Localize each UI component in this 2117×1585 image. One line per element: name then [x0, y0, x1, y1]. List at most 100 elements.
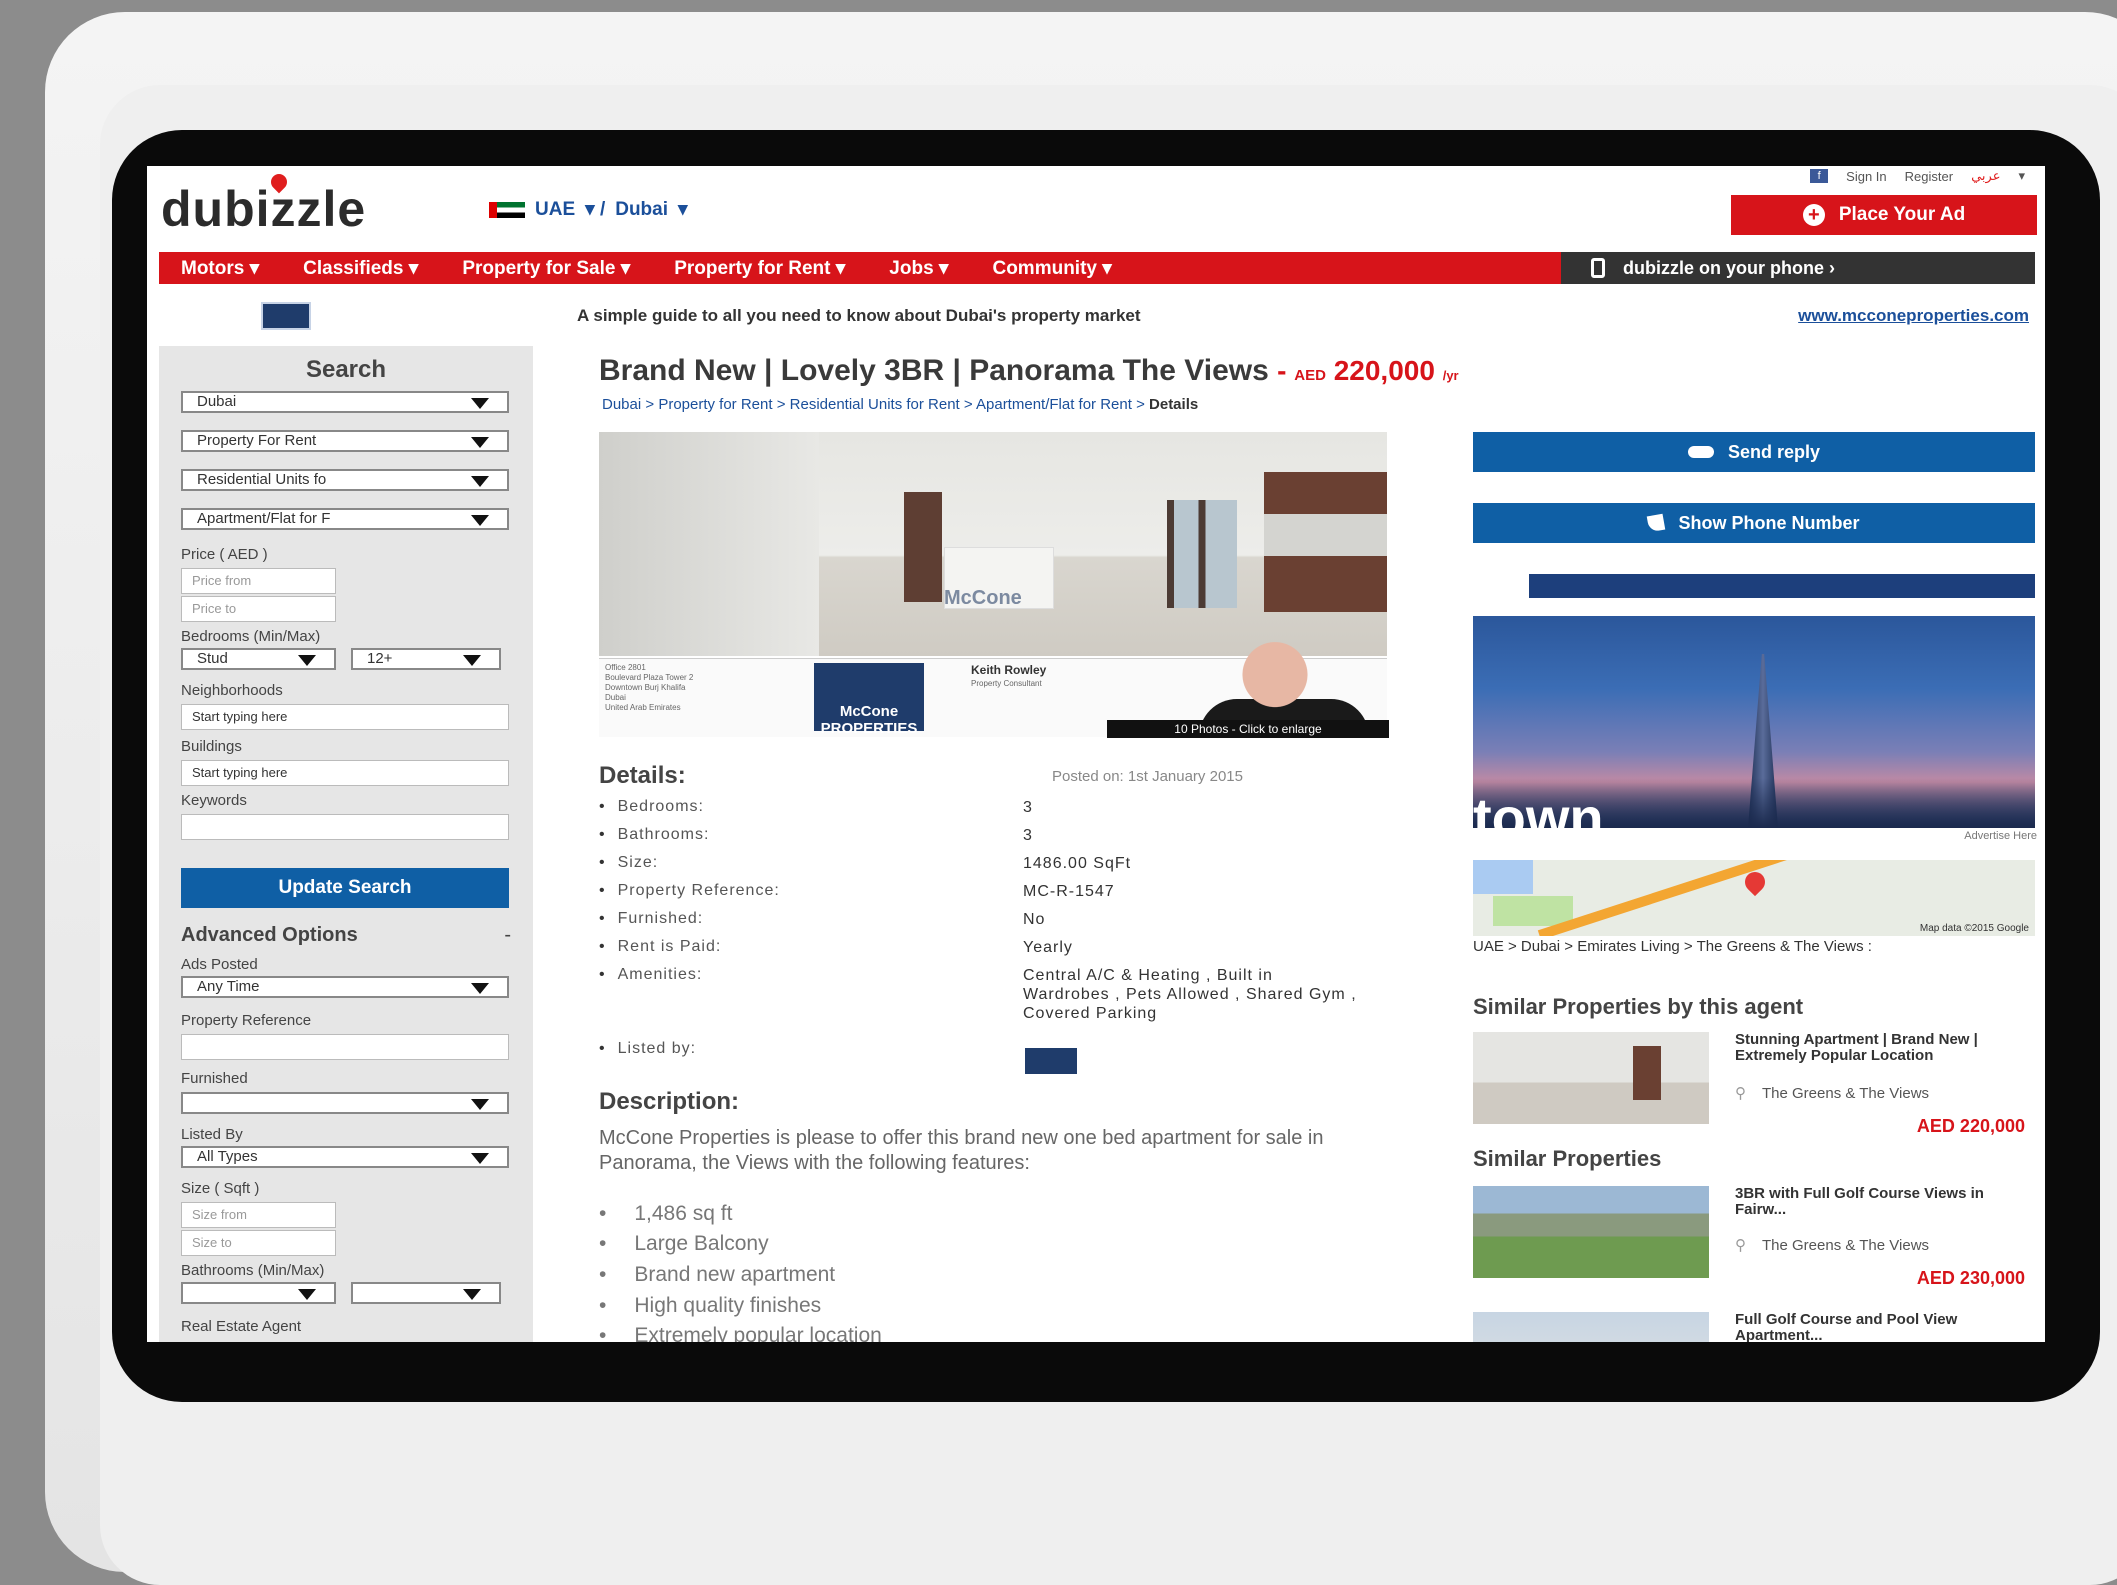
subcategory-select[interactable]: Residential Units fo	[181, 469, 509, 491]
city-selector[interactable]: Dubai	[615, 199, 668, 221]
nav-motors[interactable]: Motors ▾	[159, 257, 281, 280]
size-from-input[interactable]: Size from	[181, 1202, 336, 1228]
update-search-button[interactable]: Update Search	[181, 868, 509, 908]
banner-text: town	[1473, 786, 1604, 828]
agent-face	[1239, 641, 1311, 725]
listed-by-logo[interactable]	[1025, 1048, 1077, 1074]
advanced-options-title[interactable]: Advanced Options	[181, 924, 358, 947]
map-attribution: Map data ©2015 Google	[1919, 923, 2029, 934]
similar-agent-price: AED 220,000	[1916, 1116, 2025, 1136]
detail-value: 3	[1023, 827, 1033, 844]
description-heading: Description:	[599, 1088, 740, 1115]
bedrooms-min-select[interactable]: Stud	[181, 648, 336, 670]
nav-property-for-rent[interactable]: Property for Rent ▾	[652, 257, 867, 280]
dubizzle-logo[interactable]: dubizzle	[161, 170, 366, 238]
place-ad-label: Place Your Ad	[1838, 204, 1966, 225]
dropdown-arrow-icon	[471, 1153, 489, 1164]
similar-agent-heading: Similar Properties by this agent	[1473, 994, 1804, 1019]
similar-title[interactable]: Full Golf Course and Pool View Apartment…	[1735, 1312, 2025, 1343]
category-select[interactable]: Property For Rent	[181, 430, 509, 452]
dropdown-arrow-icon	[298, 655, 316, 666]
buildings-input[interactable]: Start typing here	[181, 760, 509, 786]
breadcrumb-item[interactable]: Property for Rent	[658, 396, 772, 413]
detail-row: Furnished:	[599, 910, 703, 928]
chat-icon	[1687, 446, 1714, 458]
promo-text[interactable]: A simple guide to all you need to know a…	[577, 306, 1141, 326]
price-to-input[interactable]: Price to	[181, 596, 336, 622]
dropdown-arrow-icon	[471, 476, 489, 487]
listing-main-photo[interactable]: McCone	[599, 432, 1387, 656]
furnished-label: Furnished	[181, 1070, 248, 1087]
detail-row: Size:	[599, 854, 658, 872]
send-reply-button[interactable]: Send reply	[1473, 432, 2035, 472]
dropdown-arrow-icon	[471, 515, 489, 526]
property-type-select[interactable]: Apartment/Flat for F	[181, 508, 509, 530]
similar-location: The Greens & The Views	[1735, 1238, 2025, 1254]
bathrooms-min-select[interactable]	[181, 1282, 336, 1304]
neighborhoods-label: Neighborhoods	[181, 682, 283, 699]
facebook-icon[interactable]: f	[1810, 169, 1829, 183]
location-map[interactable]: Map data ©2015 Google	[1473, 860, 2035, 936]
plus-icon: +	[1802, 204, 1825, 226]
show-phone-button[interactable]: Show Phone Number	[1473, 503, 2035, 543]
feature-item: Large Balcony	[599, 1232, 768, 1256]
advertisement-banner[interactable]: town	[1473, 574, 2035, 828]
breadcrumb-item[interactable]: Residential Units for Rent	[790, 396, 960, 413]
agency-small-logo[interactable]	[261, 302, 311, 330]
dropdown-arrow-icon	[298, 1289, 316, 1300]
bedrooms-label: Bedrooms (Min/Max)	[181, 628, 321, 645]
photos-enlarge-badge[interactable]: 10 Photos - Click to enlarge	[1107, 720, 1389, 738]
send-reply-label: Send reply	[1727, 441, 1821, 462]
similar-thumb[interactable]	[1473, 1186, 1709, 1278]
detail-value: 3	[1023, 799, 1033, 816]
breadcrumb-item[interactable]: Apartment/Flat for Rent	[976, 396, 1132, 413]
listing-title: Brand New | Lovely 3BR | Panorama The Vi…	[599, 354, 1459, 387]
keywords-input[interactable]	[181, 814, 509, 840]
price-from-input[interactable]: Price from	[181, 568, 336, 594]
nav-property-for-sale[interactable]: Property for Sale ▾	[440, 257, 652, 280]
map-location-path[interactable]: UAE > Dubai > Emirates Living > The Gree…	[1473, 938, 2033, 955]
chevron-down-icon: ▾	[678, 199, 688, 220]
size-to-input[interactable]: Size to	[181, 1230, 336, 1256]
bedrooms-max-select[interactable]: 12+	[351, 648, 501, 670]
place-ad-button[interactable]: + Place Your Ad	[1731, 195, 2037, 235]
sign-in-link[interactable]: Sign In	[1846, 169, 1886, 184]
register-link[interactable]: Register	[1905, 169, 1953, 184]
nav-jobs[interactable]: Jobs ▾	[867, 257, 970, 280]
similar-agent-location: The Greens & The Views	[1735, 1086, 2025, 1102]
property-reference-input[interactable]	[181, 1034, 509, 1060]
breadcrumb: Dubai > Property for Rent > Residential …	[602, 396, 1199, 413]
breadcrumb-item[interactable]: Dubai	[602, 396, 641, 413]
similar-agent-thumb[interactable]	[1473, 1032, 1709, 1124]
ads-posted-select[interactable]: Any Time	[181, 976, 509, 998]
detail-row: Listed by:	[599, 1040, 696, 1058]
top-links: f Sign In Register عربي ▾	[1810, 168, 2025, 184]
mobile-app-link[interactable]: dubizzle on your phone ›	[1561, 252, 2035, 284]
bathrooms-max-select[interactable]	[351, 1282, 501, 1304]
listed-by-label: Listed By	[181, 1126, 243, 1143]
furnished-select[interactable]	[181, 1092, 509, 1114]
country-selector[interactable]: UAE	[535, 199, 575, 221]
similar-agent-title[interactable]: Stunning Apartment | Brand New | Extreme…	[1735, 1032, 2025, 1064]
neighborhoods-input[interactable]: Start typing here	[181, 704, 509, 730]
detail-row: Property Reference:	[599, 882, 780, 900]
chevron-down-icon[interactable]: ▾	[2018, 168, 2025, 184]
advanced-options-toggle[interactable]: -	[504, 924, 511, 947]
nav-community[interactable]: Community ▾	[970, 257, 1133, 280]
advertise-here-link[interactable]: Advertise Here	[1964, 830, 2037, 842]
promo-url-link[interactable]: www.mcconeproperties.com	[1798, 306, 2029, 326]
bathrooms-label: Bathrooms (Min/Max)	[181, 1262, 325, 1279]
detail-value: MC-R-1547	[1023, 883, 1115, 900]
city-select[interactable]: Dubai	[181, 391, 509, 413]
dropdown-arrow-icon	[463, 655, 481, 666]
size-label: Size ( Sqft )	[181, 1180, 260, 1197]
similar-heading: Similar Properties	[1473, 1146, 1662, 1171]
similar-title[interactable]: 3BR with Full Golf Course Views in Fairw…	[1735, 1186, 2025, 1218]
nav-classifieds[interactable]: Classifieds ▾	[281, 257, 440, 280]
similar-thumb[interactable]	[1473, 1312, 1709, 1342]
arabic-link[interactable]: عربي	[1971, 168, 2000, 184]
listed-by-select[interactable]: All Types	[181, 1146, 509, 1168]
feature-item: High quality finishes	[599, 1294, 821, 1318]
listing-price: - AED 220,000 /yr	[1277, 355, 1459, 386]
location-selector[interactable]: UAE ▾ / Dubai ▾	[489, 198, 688, 221]
